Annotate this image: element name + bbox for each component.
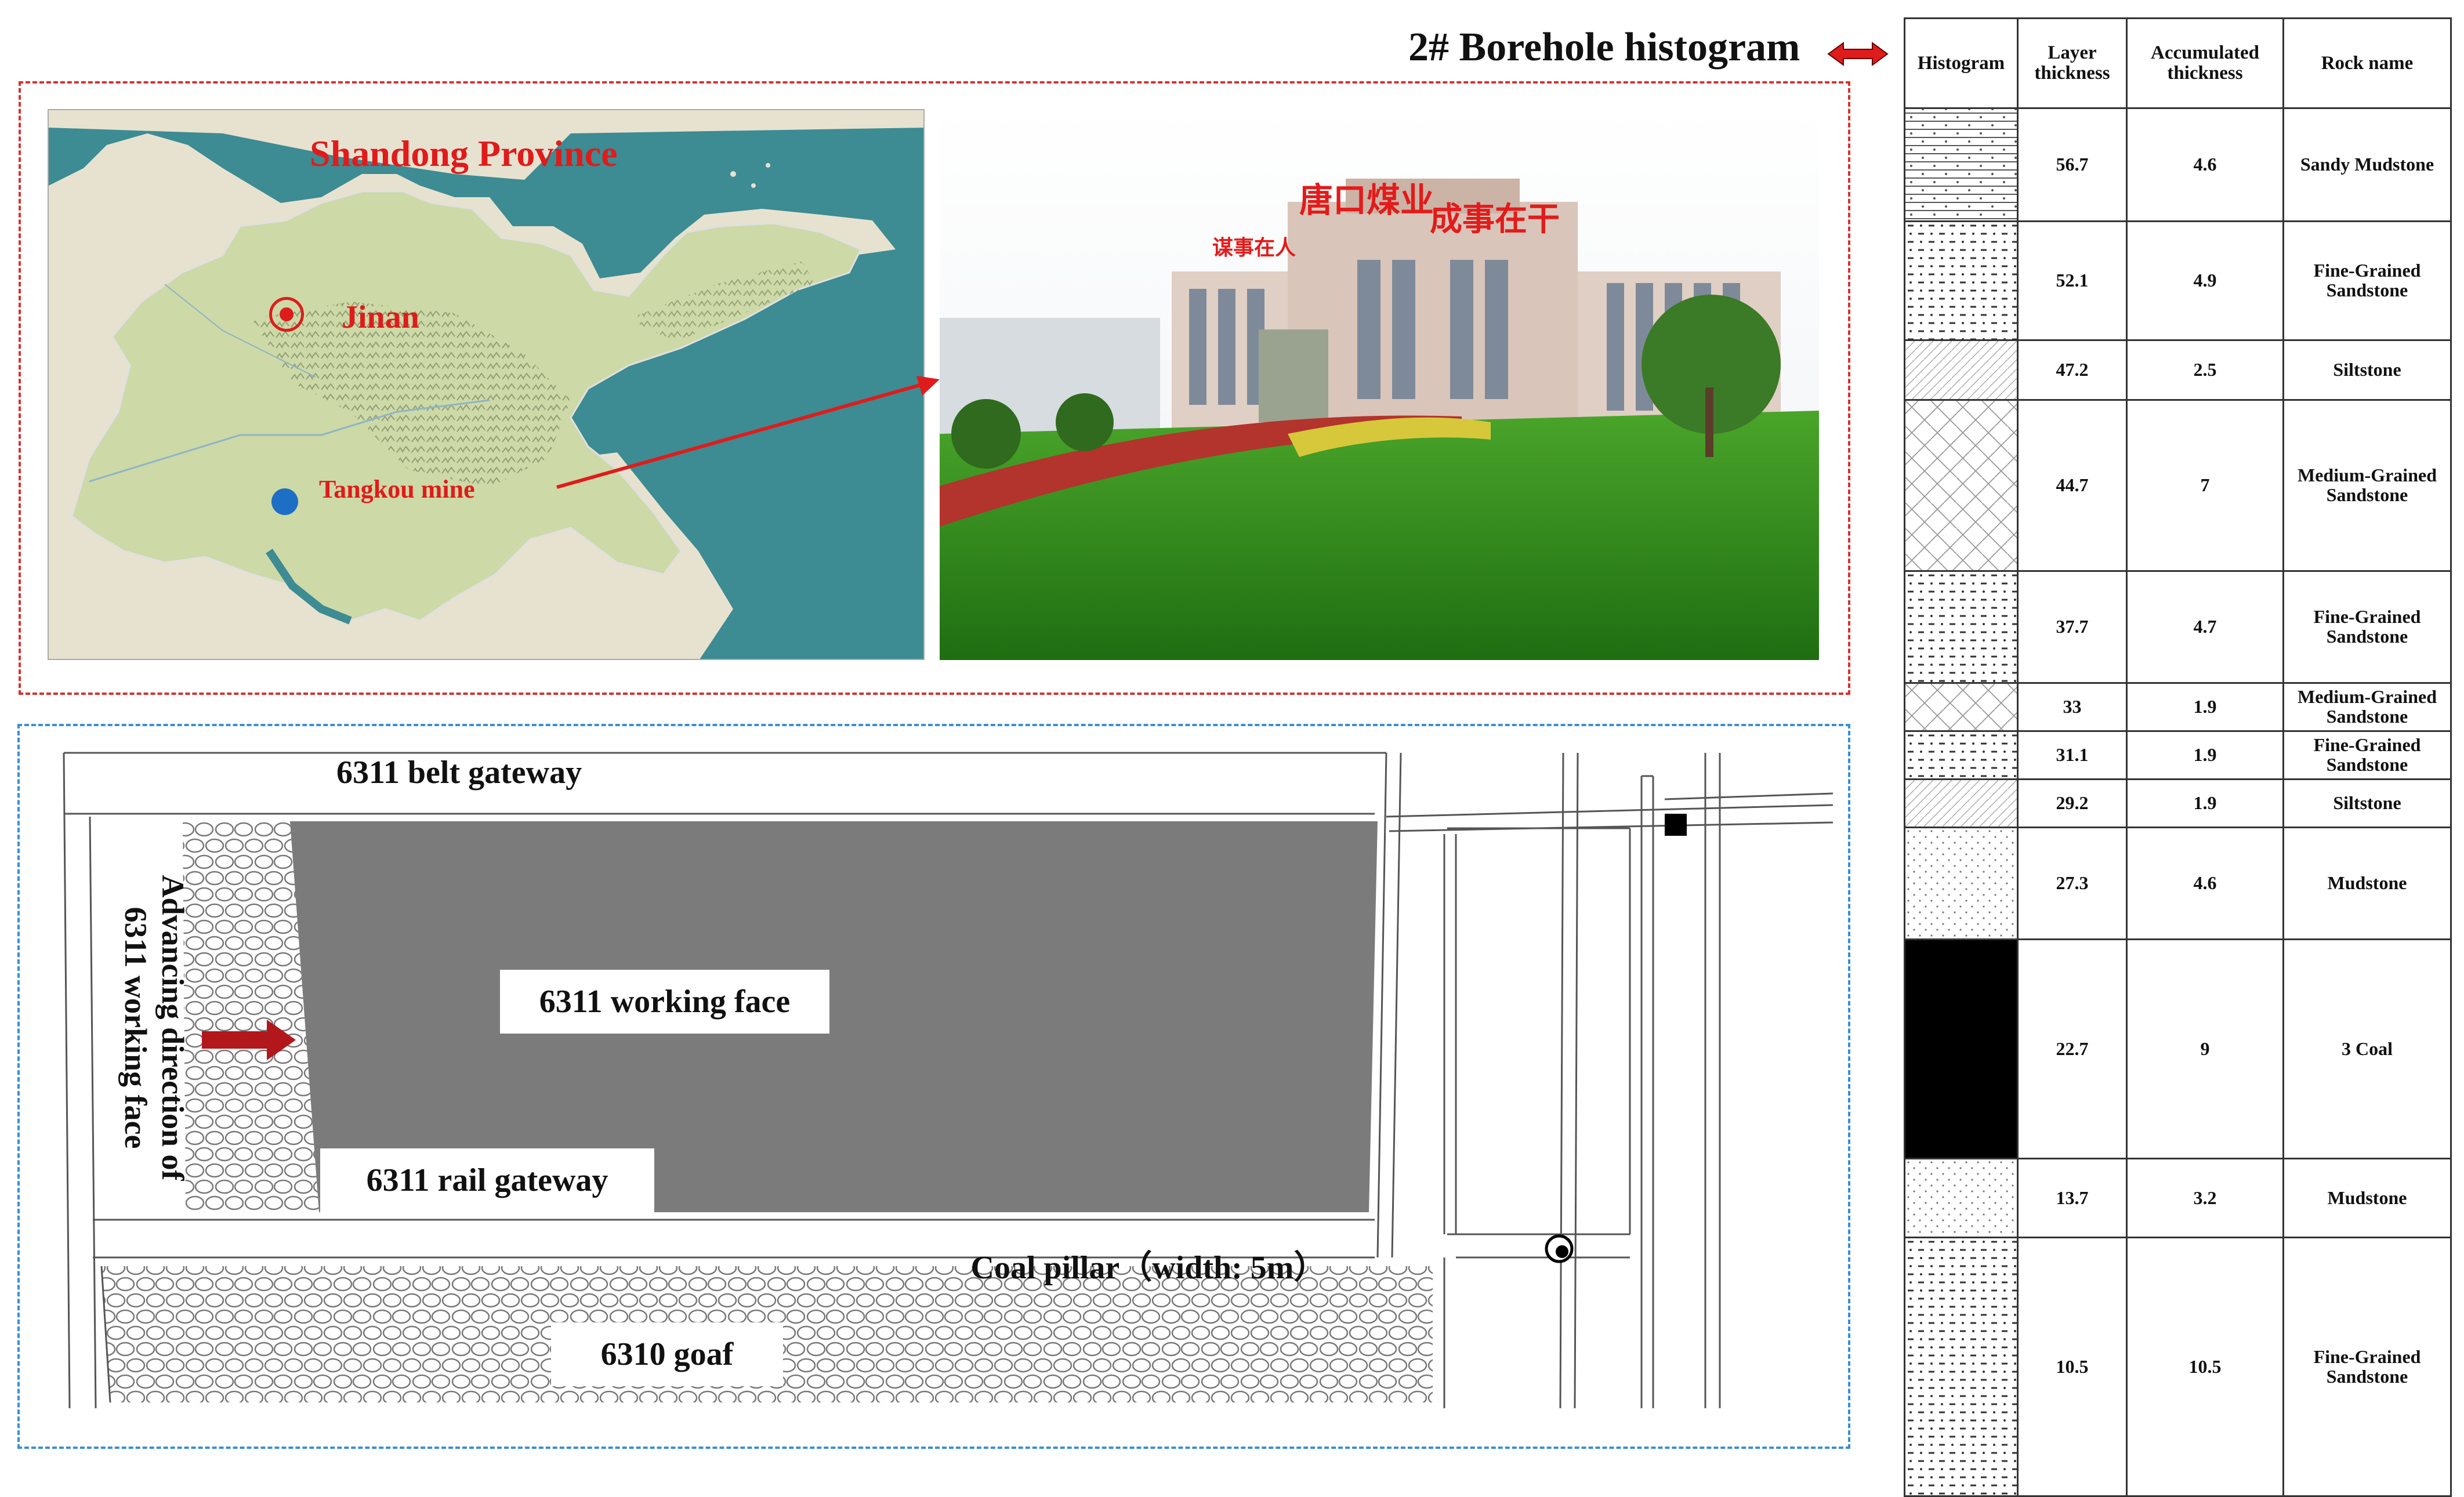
histogram-cell: [1904, 399, 2019, 572]
histogram-cell: [1904, 220, 2019, 341]
layer-thickness-cell: 22.7: [2017, 938, 2128, 1159]
table-row: 44.7 7 Medium-Grained Sandstone: [1904, 399, 2452, 572]
accumulated-thickness-cell: 2.5: [2126, 339, 2284, 401]
rock-name-cell: Mudstone: [2282, 827, 2452, 940]
goaf-label: 6310 goaf: [551, 1322, 783, 1386]
strata-hatch: [1905, 572, 2017, 682]
histogram-cell: [1904, 938, 2019, 1159]
mine-plan-drawing: [63, 752, 1833, 1409]
strata-hatch: [1905, 1159, 2017, 1237]
strata-hatch: [1905, 940, 2017, 1158]
borehole-title: 2# Borehole histogram: [1408, 25, 1800, 70]
layer-thickness-cell: 33: [2017, 682, 2128, 732]
table-row: 33 1.9 Medium-Grained Sandstone: [1904, 682, 2452, 732]
rail-gateway-label: 6311 rail gateway: [320, 1148, 654, 1212]
accumulated-thickness-cell: 4.6: [2126, 827, 2284, 940]
histogram-cell: [1904, 778, 2019, 828]
histogram-cell: [1904, 730, 2019, 780]
strata-hatch: [1905, 222, 2017, 339]
strata-hatch: [1905, 780, 2017, 827]
table-row: 13.7 3.2 Mudstone: [1904, 1158, 2452, 1238]
tangkou-mine-label: Tangkou mine: [319, 475, 475, 503]
accumulated-thickness-cell: 7: [2126, 399, 2284, 572]
rock-name-cell: Siltstone: [2282, 778, 2452, 828]
table-header-row: Histogram Layer thickness Accumulated th…: [1904, 17, 2452, 109]
header-layer-thickness: Layer thickness: [2017, 17, 2128, 109]
tangkou-mine-marker-icon: [271, 488, 298, 515]
accumulated-thickness-cell: 3.2: [2126, 1158, 2284, 1238]
slogan-left: 谋事在人: [1212, 236, 1296, 260]
rock-name-cell: 3 Coal: [2282, 938, 2452, 1159]
accumulated-thickness-cell: 1.9: [2126, 778, 2284, 828]
belt-gateway-label: 6311 belt gateway: [336, 755, 582, 791]
province-label: Shandong Province: [310, 133, 618, 174]
double-arrow-icon: [1827, 42, 1889, 66]
layer-thickness-cell: 44.7: [2017, 399, 2128, 572]
layer-thickness-cell: 52.1: [2017, 220, 2128, 341]
histogram-cell: [1904, 1237, 2019, 1497]
layer-thickness-cell: 27.3: [2017, 827, 2128, 940]
working-face-label: 6311 working face: [500, 970, 829, 1034]
rock-name-cell: Medium-Grained Sandstone: [2282, 682, 2452, 732]
histogram-cell: [1904, 107, 2019, 222]
slogan-right: 成事在干: [1430, 201, 1560, 238]
strata-hatch: [1905, 684, 2017, 730]
strata-hatch: [1905, 341, 2017, 399]
advancing-line2: 6311 working face: [118, 907, 153, 1149]
table-row: 27.3 4.6 Mudstone: [1904, 827, 2452, 940]
table-row: 31.1 1.9 Fine-Grained Sandstone: [1904, 730, 2452, 780]
strata-hatch: [1905, 401, 2017, 570]
borehole-table: Histogram Layer thickness Accumulated th…: [1904, 17, 2452, 1497]
strata-hatch: [1905, 1238, 2017, 1495]
layer-thickness-cell: 31.1: [2017, 730, 2128, 780]
table-row: 10.5 10.5 Fine-Grained Sandstone: [1904, 1237, 2452, 1497]
map-to-photo-arrow: [556, 376, 940, 489]
accumulated-thickness-cell: 4.9: [2126, 220, 2284, 341]
mine-building-photo: 唐口煤业 谋事在人 成事在干: [940, 109, 1819, 660]
table-row: 56.7 4.6 Sandy Mudstone: [1904, 107, 2452, 222]
table-row: 37.7 4.7 Fine-Grained Sandstone: [1904, 570, 2452, 684]
rock-name-cell: Siltstone: [2282, 339, 2452, 401]
rock-name-cell: Fine-Grained Sandstone: [2282, 220, 2452, 341]
layer-thickness-cell: 29.2: [2017, 778, 2128, 828]
rock-name-cell: Mudstone: [2282, 1158, 2452, 1238]
layer-thickness-cell: 37.7: [2017, 570, 2128, 684]
histogram-cell: [1904, 827, 2019, 940]
table-row: 52.1 4.9 Fine-Grained Sandstone: [1904, 220, 2452, 341]
rock-name-cell: Medium-Grained Sandstone: [2282, 399, 2452, 572]
strata-hatch: [1905, 828, 2017, 938]
table-row: 22.7 9 3 Coal: [1904, 938, 2452, 1159]
layer-thickness-cell: 13.7: [2017, 1158, 2128, 1238]
rock-name-cell: Fine-Grained Sandstone: [2282, 570, 2452, 684]
jinan-label: Jinan: [342, 299, 419, 335]
histogram-cell: [1904, 339, 2019, 401]
table-row: 29.2 1.9 Siltstone: [1904, 778, 2452, 828]
header-accumulated-thickness: Accumulated thickness: [2126, 17, 2284, 109]
accumulated-thickness-cell: 4.6: [2126, 107, 2284, 222]
layer-thickness-cell: 47.2: [2017, 339, 2128, 401]
rock-name-cell: Fine-Grained Sandstone: [2282, 1237, 2452, 1497]
histogram-cell: [1904, 1158, 2019, 1238]
advancing-line1: Advancing direction of: [155, 875, 190, 1181]
table-row: 47.2 2.5 Siltstone: [1904, 339, 2452, 401]
histogram-cell: [1904, 682, 2019, 732]
accumulated-thickness-cell: 1.9: [2126, 682, 2284, 732]
layer-thickness-cell: 10.5: [2017, 1237, 2128, 1497]
strata-hatch: [1905, 732, 2017, 778]
header-histogram: Histogram: [1904, 17, 2019, 109]
accumulated-thickness-cell: 1.9: [2126, 730, 2284, 780]
accumulated-thickness-cell: 9: [2126, 938, 2284, 1159]
strata-hatch: [1905, 109, 2017, 220]
header-rock-name: Rock name: [2282, 17, 2452, 109]
histogram-cell: [1904, 570, 2019, 684]
jinan-dot-icon: [280, 307, 293, 321]
accumulated-thickness-cell: 4.7: [2126, 570, 2284, 684]
rock-name-cell: Fine-Grained Sandstone: [2282, 730, 2452, 780]
coal-pillar-label: Coal pillar（width: 5m）: [970, 1249, 1327, 1286]
roof-sign: 唐口煤业: [1299, 180, 1434, 220]
accumulated-thickness-cell: 10.5: [2126, 1237, 2284, 1497]
layer-thickness-cell: 56.7: [2017, 107, 2128, 222]
rock-name-cell: Sandy Mudstone: [2282, 107, 2452, 222]
